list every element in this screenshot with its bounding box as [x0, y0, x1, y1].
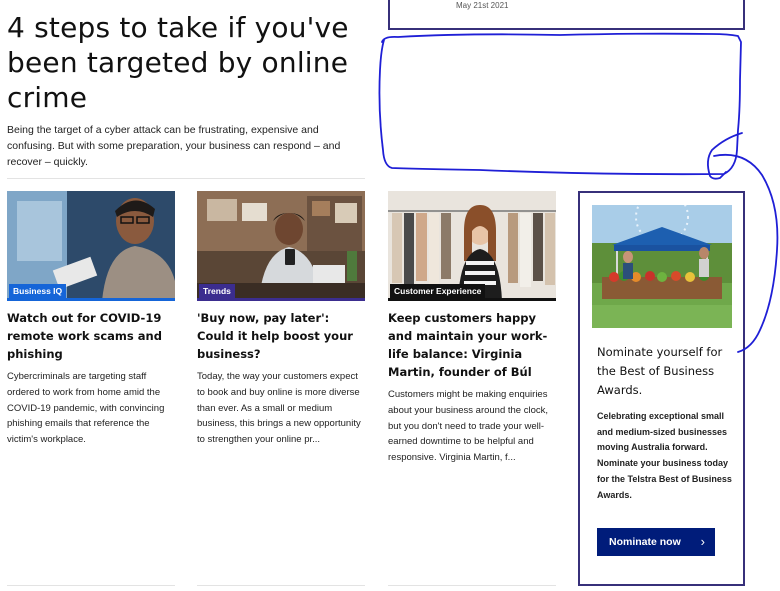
- article-card-covid-scams[interactable]: Business IQ Watch out for COVID-19 remot…: [7, 191, 175, 448]
- divider: [7, 585, 175, 586]
- button-label: Nominate now: [609, 536, 681, 548]
- promo-body: Celebrating exceptional small and medium…: [597, 411, 732, 500]
- article-thumbnail[interactable]: Customer Experience: [388, 191, 556, 301]
- awards-promo-card[interactable]: Nominate yourself for the Best of Busine…: [578, 191, 745, 586]
- divider: [197, 585, 365, 586]
- featured-article[interactable]: 4 steps to take if you've been targeted …: [7, 10, 367, 170]
- previous-article-card[interactable]: May 21st 2021: [388, 0, 745, 30]
- category-tag[interactable]: Trends: [199, 284, 235, 299]
- category-tag[interactable]: Business IQ: [9, 284, 67, 299]
- market-stall-image: [592, 205, 732, 328]
- article-card-buy-now-pay-later[interactable]: Trends 'Buy now, pay later': Could it he…: [197, 191, 365, 448]
- divider: [388, 585, 556, 586]
- category-underline: [7, 298, 175, 301]
- article-title[interactable]: Keep customers happy and maintain your w…: [388, 309, 556, 381]
- featured-article-summary: Being the target of a cyber attack can b…: [7, 124, 341, 168]
- article-title[interactable]: 'Buy now, pay later': Could it help boos…: [197, 309, 365, 363]
- article-title[interactable]: Watch out for COVID-19 remote work scams…: [7, 309, 175, 363]
- market-stall-illustration: [592, 205, 732, 328]
- article-thumbnail[interactable]: Business IQ: [7, 191, 175, 301]
- article-thumbnail[interactable]: Trends: [197, 191, 365, 301]
- article-date: May 21st 2021: [456, 1, 509, 10]
- divider: [7, 178, 365, 179]
- category-underline: [388, 298, 556, 301]
- promo-title: Nominate yourself for the Best of Busine…: [597, 345, 723, 397]
- article-card-virginia-martin[interactable]: Customer Experience Keep customers happy…: [388, 191, 556, 466]
- category-underline: [197, 298, 365, 301]
- article-excerpt: Cybercriminals are targeting staff order…: [7, 371, 165, 446]
- nominate-now-button[interactable]: Nominate now ›: [597, 528, 715, 556]
- article-excerpt: Customers might be making enquiries abou…: [388, 389, 549, 464]
- category-tag[interactable]: Customer Experience: [390, 284, 486, 299]
- article-excerpt: Today, the way your customers expect to …: [197, 371, 361, 446]
- featured-article-title[interactable]: 4 steps to take if you've been targeted …: [7, 10, 367, 115]
- chevron-right-icon: ›: [700, 534, 705, 549]
